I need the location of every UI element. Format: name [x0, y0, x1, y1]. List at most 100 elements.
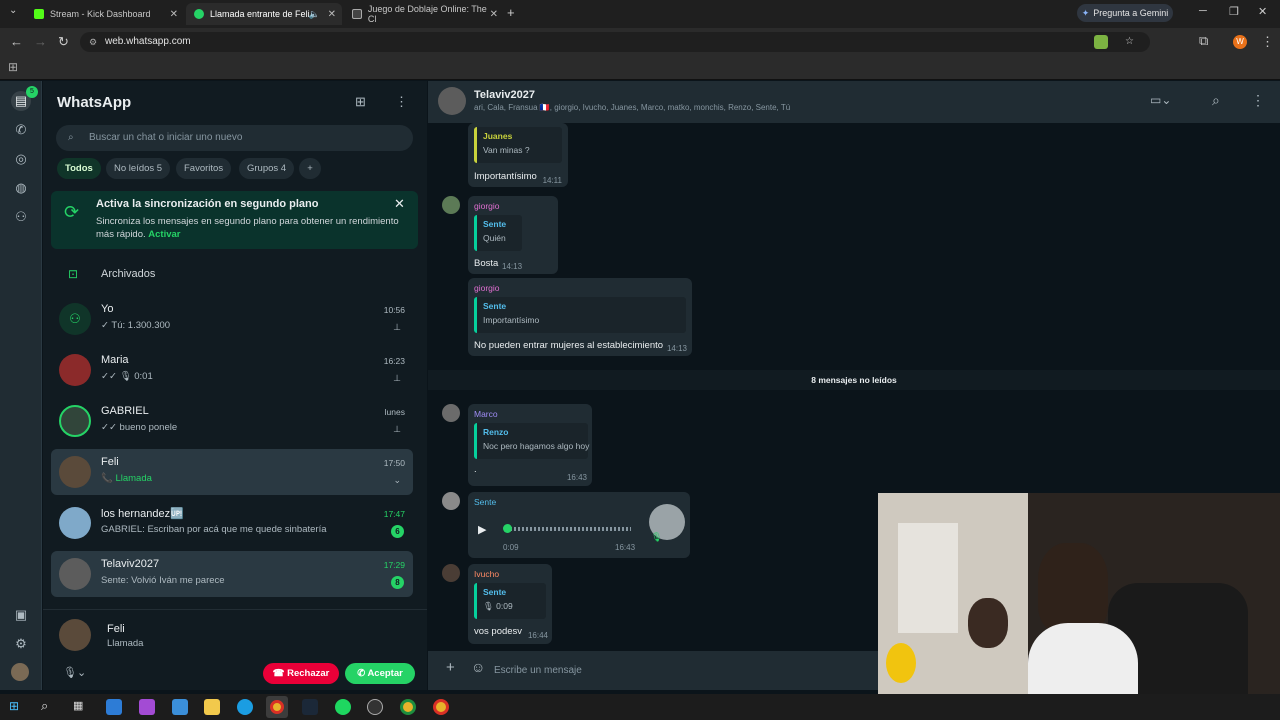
url-field[interactable]: ⚙ web.whatsapp.com ☆: [80, 32, 1150, 52]
archived-row[interactable]: Archivados: [101, 268, 155, 280]
speaker-icon[interactable]: 🔈: [309, 9, 320, 20]
pin-icon: ⊥: [393, 424, 401, 434]
accept-call-button[interactable]: ✆ Aceptar: [345, 663, 415, 684]
message-bubble[interactable]: Marco Renzo Noc pero hagamos algo hoy . …: [468, 404, 592, 486]
settings-icon[interactable]: ⚙: [11, 634, 31, 654]
sync-icon: ⟳: [64, 202, 80, 222]
spotify-icon[interactable]: [335, 699, 351, 715]
minimize-icon[interactable]: ─: [1199, 5, 1207, 17]
profile-avatar[interactable]: [11, 663, 29, 681]
site-info-icon[interactable]: ⚙: [89, 32, 97, 52]
filter-todos[interactable]: Todos: [57, 158, 101, 179]
chevron-down-icon[interactable]: ⌄: [393, 475, 401, 486]
sticker-icon[interactable]: ☺: [471, 659, 485, 675]
copilot-icon[interactable]: [139, 699, 155, 715]
activate-link[interactable]: Activar: [148, 229, 180, 240]
menu-icon[interactable]: ⋮: [1251, 92, 1265, 109]
whatsapp-icon: [194, 9, 204, 19]
attach-plus-icon[interactable]: +: [446, 659, 455, 676]
voice-waveform[interactable]: [506, 527, 631, 531]
tab-whatsapp[interactable]: Llamada entrante de Feli 🔈 ✕: [186, 3, 342, 25]
message-bubble[interactable]: giorgio Sente Importantísimo No pueden e…: [468, 278, 692, 356]
avatar[interactable]: [442, 404, 460, 422]
apps-grid-icon[interactable]: ⊞: [8, 60, 18, 74]
pin-icon: ⊥: [393, 373, 401, 383]
file-explorer-icon[interactable]: [204, 699, 220, 715]
chat-row-feli[interactable]: Feli 📞 Llamada 17:50 ⌄: [51, 449, 413, 495]
tab-search-icon[interactable]: ⌄: [9, 5, 17, 16]
close-icon[interactable]: ✕: [394, 196, 405, 212]
calls-icon[interactable]: ✆: [11, 120, 31, 140]
status-icon[interactable]: ◎: [11, 149, 31, 169]
restore-icon[interactable]: ❐: [1229, 5, 1239, 18]
windows-start-icon[interactable]: ⊞: [9, 699, 19, 713]
reload-icon[interactable]: ↻: [58, 34, 69, 50]
avatar[interactable]: [442, 492, 460, 510]
chat-list-panel: WhatsApp ⊞ ⋮ ⌕ Buscar un chat o iniciar …: [43, 81, 427, 690]
chrome-icon[interactable]: [400, 699, 416, 715]
edge-icon[interactable]: [237, 699, 253, 715]
filter-favoritos[interactable]: Favoritos: [176, 158, 232, 179]
filter-grupos[interactable]: Grupos 4: [239, 158, 295, 179]
channels-icon[interactable]: ◍: [11, 178, 31, 198]
playback-handle[interactable]: [503, 524, 512, 533]
chat-row-yo[interactable]: ⚇ Yo ✓ Tú: 1.300.300 10:56 ⊥: [51, 296, 413, 342]
chat-row-telaviv2027[interactable]: Telaviv2027 Sente: Volvió Iván me parece…: [51, 551, 413, 597]
quoted-message[interactable]: Renzo Noc pero hagamos algo hoy: [474, 423, 589, 459]
obs-icon[interactable]: [367, 699, 383, 715]
media-icon[interactable]: ▣: [11, 605, 31, 625]
new-tab-icon[interactable]: +: [507, 5, 515, 20]
menu-icon[interactable]: ⋮: [395, 94, 408, 110]
forward-icon[interactable]: →: [34, 34, 47, 49]
close-icon[interactable]: ✕: [490, 9, 498, 20]
search-icon[interactable]: ⌕: [1212, 92, 1220, 109]
chat-row-maria[interactable]: Maria ✓✓ 🎙 0:01 16:23 ⊥: [51, 347, 413, 393]
message-bubble[interactable]: Juanes Van minas ? Importantísimo 14:11: [468, 123, 568, 187]
chat-row-gabriel[interactable]: GABRIEL ✓✓ bueno ponele lunes ⊥: [51, 398, 413, 444]
voice-message-bubble[interactable]: Sente ▶ 0:09 16:43 🎙: [468, 492, 690, 558]
search-input[interactable]: ⌕ Buscar un chat o iniciar uno nuevo: [56, 125, 413, 151]
microphone-icon[interactable]: 🎙⌄: [63, 666, 86, 679]
message-bubble[interactable]: Ivucho Sente 🎙 0:09 vos podesv 16:44: [468, 564, 552, 644]
chrome-icon[interactable]: [433, 699, 449, 715]
quoted-message[interactable]: Sente 🎙 0:09: [474, 583, 546, 619]
quoted-message[interactable]: Juanes Van minas ?: [474, 127, 562, 163]
kick-icon: [34, 9, 44, 19]
play-icon[interactable]: ▶: [478, 523, 486, 536]
pin-icon: ⊥: [393, 322, 401, 332]
add-filter-icon[interactable]: +: [299, 158, 321, 179]
extensions-icon[interactable]: ⧉: [1199, 33, 1208, 49]
outlook-icon[interactable]: [106, 699, 122, 715]
communities-icon[interactable]: ⚇: [11, 207, 31, 227]
back-icon[interactable]: ←: [10, 34, 23, 49]
conversation-header[interactable]: Telaviv2027 ari, Cala, Fransua 🇫🇷, giorg…: [428, 81, 1280, 123]
window-close-icon[interactable]: ✕: [1258, 5, 1267, 18]
gemini-button[interactable]: ✦ Pregunta a Gemini: [1077, 4, 1173, 22]
profile-avatar[interactable]: W: [1233, 35, 1247, 49]
video-call-icon[interactable]: ▭⌄: [1150, 93, 1171, 107]
filter-no-leidos[interactable]: No leídos 5: [106, 158, 171, 179]
second-person-image: [968, 598, 1008, 648]
quoted-message[interactable]: Sente Quién: [474, 215, 522, 251]
avatar[interactable]: [442, 196, 460, 214]
browser-menu-icon[interactable]: ⋮: [1261, 34, 1274, 50]
bookmark-star-icon[interactable]: ☆: [1125, 32, 1134, 52]
close-icon[interactable]: ✕: [170, 9, 178, 20]
message-bubble[interactable]: giorgio Sente Quién Bosta 14:13: [468, 196, 558, 274]
extension-icon[interactable]: [1094, 35, 1108, 49]
message-input[interactable]: Escribe un mensaje: [494, 660, 934, 682]
group-avatar[interactable]: [438, 87, 466, 115]
reject-call-button[interactable]: ☎ Rechazar: [263, 663, 339, 684]
task-view-icon[interactable]: ▦: [73, 699, 83, 712]
store-icon[interactable]: [172, 699, 188, 715]
tab-doblaje[interactable]: Juego de Doblaje Online: The Cl ✕: [344, 3, 504, 25]
quoted-message[interactable]: Sente Importantísimo: [474, 297, 686, 333]
close-icon[interactable]: ✕: [328, 9, 336, 20]
new-chat-icon[interactable]: ⊞: [355, 94, 366, 110]
steam-icon[interactable]: [302, 699, 318, 715]
tab-kick[interactable]: Stream - Kick Dashboard ✕: [26, 3, 184, 25]
chat-row-los-hernandez[interactable]: los hernandez🆙 GABRIEL: Escriban por acá…: [51, 500, 413, 546]
search-icon[interactable]: ⌕: [41, 698, 48, 714]
avatar[interactable]: [442, 564, 460, 582]
avatar: [59, 456, 91, 488]
